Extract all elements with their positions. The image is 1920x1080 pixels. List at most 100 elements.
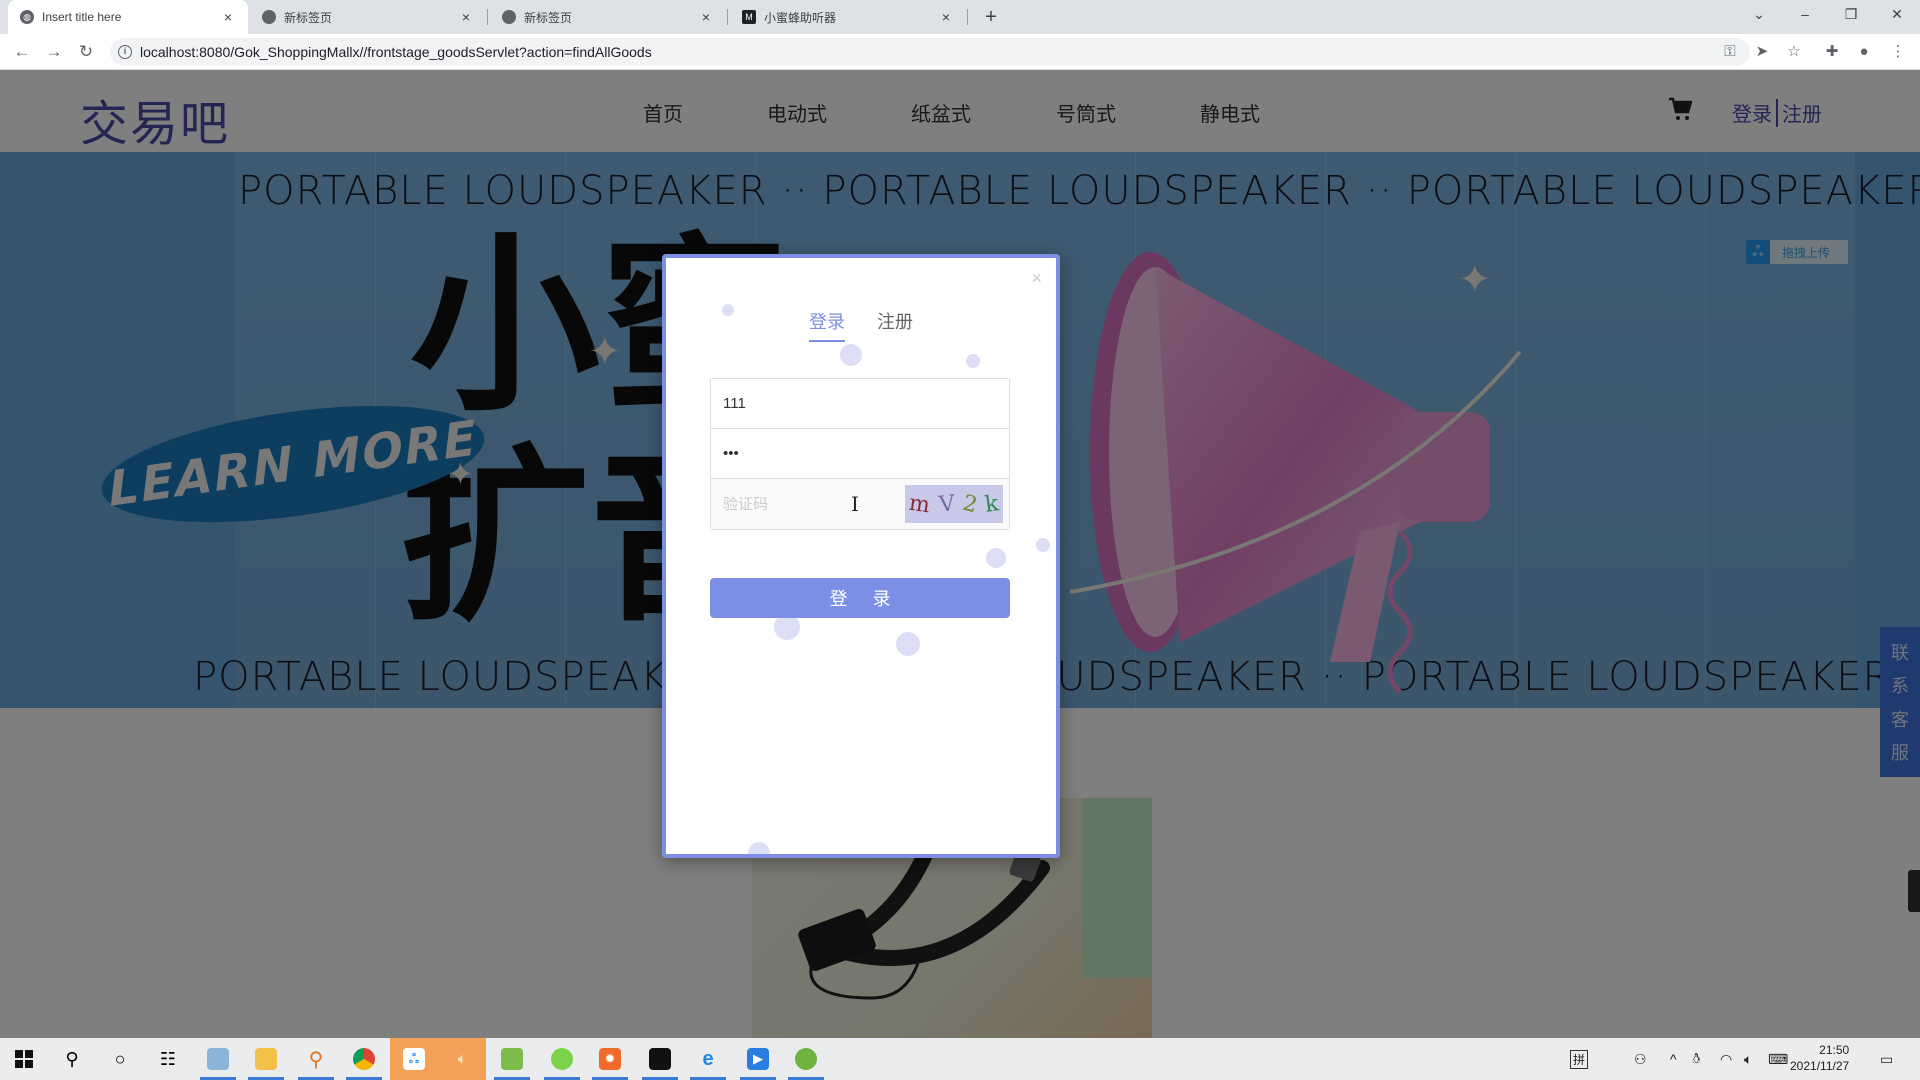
notepad-icon [207, 1048, 229, 1070]
browser-tab-bar: ◍ Insert title here × 新标签页 × 新标签页 × M 小蜜… [0, 0, 1920, 34]
username-row [711, 379, 1009, 429]
text-cursor-icon: I [851, 492, 859, 516]
restore-button[interactable]: ❐ [1828, 0, 1874, 30]
password-row [711, 429, 1009, 479]
taskbar-app-spring[interactable] [782, 1038, 830, 1080]
decor-bubble [840, 344, 862, 366]
keyboard-icon[interactable]: ⌨ [1768, 1038, 1788, 1080]
system-clock[interactable]: 21:50 2021/11/27 [1790, 1042, 1849, 1074]
tab-new-tab-1[interactable]: 新标签页 × [250, 0, 486, 34]
notification-icon[interactable]: ▭ [1880, 1038, 1893, 1080]
minimize-button[interactable]: – [1782, 0, 1828, 30]
baidu-netdisk-icon: ஃ [403, 1048, 425, 1070]
windows-taskbar: ⚲ ○ ☷ ⚲ ஃ 🔈︎ ✹ e ▶ 拼 ⚇ ^ 🐧︎ ◠ 🔈︎ ⌨ 21:50… [0, 1038, 1920, 1080]
tab-insert-title[interactable]: ◍ Insert title here × [8, 0, 248, 34]
extensions-icon[interactable]: ✚ [1822, 42, 1842, 62]
close-window-button[interactable]: ✕ [1874, 0, 1920, 30]
wifi-icon[interactable]: ◠ [1720, 1038, 1732, 1080]
tab-register[interactable]: 注册 [877, 308, 913, 342]
gear-app-icon: ✹ [599, 1048, 621, 1070]
chrome-icon [353, 1048, 375, 1070]
taskbar-app-editor[interactable] [488, 1038, 536, 1080]
captcha-char: 2 [960, 490, 980, 518]
taskbar-app-terminal[interactable] [636, 1038, 684, 1080]
info-icon[interactable]: i [118, 45, 132, 59]
menu-icon[interactable]: ⋮ [1888, 42, 1908, 62]
terminal-icon [649, 1048, 671, 1070]
send-icon[interactable]: ➤ [1752, 42, 1772, 62]
decor-bubble [966, 354, 980, 368]
taskbar-app-audio[interactable]: 🔈︎ [438, 1038, 486, 1080]
folder-icon [255, 1048, 277, 1070]
close-tab-icon[interactable]: × [458, 9, 474, 25]
ie-icon: e [702, 1047, 714, 1070]
decor-bubble [896, 632, 920, 656]
taskbar-app-orange[interactable]: ✹ [586, 1038, 634, 1080]
login-submit-button[interactable]: 登 录 [710, 578, 1010, 618]
search-icon[interactable]: ⚲ [48, 1038, 96, 1080]
tab-hearing-aid[interactable]: M 小蜜蜂助听器 × [730, 0, 966, 34]
captcha-image[interactable]: m V 2 k [905, 485, 1003, 523]
clock-time: 21:50 [1819, 1043, 1850, 1057]
globe-icon: ◍ [20, 10, 34, 24]
taskbar-app-green[interactable] [538, 1038, 586, 1080]
taskbar-app-baidu-netdisk[interactable]: ஃ [390, 1038, 438, 1080]
taskbar-app-chrome[interactable] [340, 1038, 388, 1080]
tab-login[interactable]: 登录 [809, 308, 845, 342]
taskbar-app-notepad[interactable] [194, 1038, 242, 1080]
url-text: localhost:8080/Gok_ShoppingMallx//fronts… [140, 44, 652, 60]
forward-button[interactable]: → [42, 40, 66, 64]
profile-icon[interactable]: ● [1854, 42, 1874, 62]
tab-divider [967, 9, 968, 25]
tab-divider [727, 9, 728, 25]
reload-button[interactable]: ↻ [74, 40, 98, 64]
tab-search-icon[interactable]: ⌄ [1736, 0, 1782, 30]
cortana-icon[interactable]: ○ [96, 1038, 144, 1080]
chrome-icon [502, 10, 516, 24]
decor-bubble [986, 548, 1006, 568]
close-modal-icon[interactable]: × [1031, 268, 1042, 289]
login-modal: × 登录 注册 I m V 2 k 登 录 [662, 254, 1060, 858]
video-icon: ▶ [747, 1048, 769, 1070]
leaf-app-icon [551, 1048, 573, 1070]
task-view-icon[interactable]: ☷ [144, 1038, 192, 1080]
windows-logo-icon [15, 1050, 33, 1068]
username-input[interactable] [723, 395, 1009, 412]
ime-indicator[interactable]: 拼 [1570, 1038, 1589, 1080]
taskbar-app-search-tool[interactable]: ⚲ [292, 1038, 340, 1080]
decor-bubble [1036, 538, 1050, 552]
tab-divider [487, 9, 488, 25]
editor-icon [501, 1048, 523, 1070]
modal-tabs: 登录 注册 [666, 308, 1056, 342]
tab-new-tab-2[interactable]: 新标签页 × [490, 0, 726, 34]
decor-bubble [748, 842, 770, 854]
spring-icon [795, 1048, 817, 1070]
address-toolbar: ← → ↻ i localhost:8080/Gok_ShoppingMallx… [0, 34, 1920, 70]
back-button[interactable]: ← [10, 40, 34, 64]
qq-icon[interactable]: 🐧︎ [1692, 1038, 1701, 1080]
bookmark-star-icon[interactable]: ☆ [1784, 42, 1804, 62]
taskbar-app-file-explorer[interactable] [242, 1038, 290, 1080]
start-button[interactable] [0, 1038, 48, 1080]
speaker-icon: 🔈︎ [458, 1051, 466, 1066]
login-form: I m V 2 k [710, 378, 1010, 530]
ime-label: 拼 [1570, 1049, 1589, 1069]
password-input[interactable] [723, 445, 1009, 462]
captcha-row: I m V 2 k [711, 479, 1009, 529]
close-tab-icon[interactable]: × [220, 9, 236, 25]
taskbar-app-video[interactable]: ▶ [734, 1038, 782, 1080]
new-tab-button[interactable]: + [978, 4, 1004, 30]
url-bar[interactable]: i localhost:8080/Gok_ShoppingMallx//fron… [110, 38, 1750, 66]
web-page: 交易吧 首页 电动式 纸盆式 号筒式 静电式 登录 注册 PORTABLE LO… [0, 70, 1920, 1038]
show-hidden-icons[interactable]: ^ [1670, 1038, 1677, 1080]
key-icon[interactable]: ⚿ [1720, 42, 1740, 62]
volume-icon[interactable]: 🔈︎ [1744, 1038, 1752, 1080]
captcha-char: V [937, 490, 956, 518]
taskbar-app-ie[interactable]: e [684, 1038, 732, 1080]
close-tab-icon[interactable]: × [698, 9, 714, 25]
captcha-char: m [907, 490, 932, 518]
people-icon[interactable]: ⚇ [1634, 1038, 1647, 1080]
site-icon: M [742, 10, 756, 24]
close-tab-icon[interactable]: × [938, 9, 954, 25]
magnifier-icon: ⚲ [308, 1048, 324, 1071]
